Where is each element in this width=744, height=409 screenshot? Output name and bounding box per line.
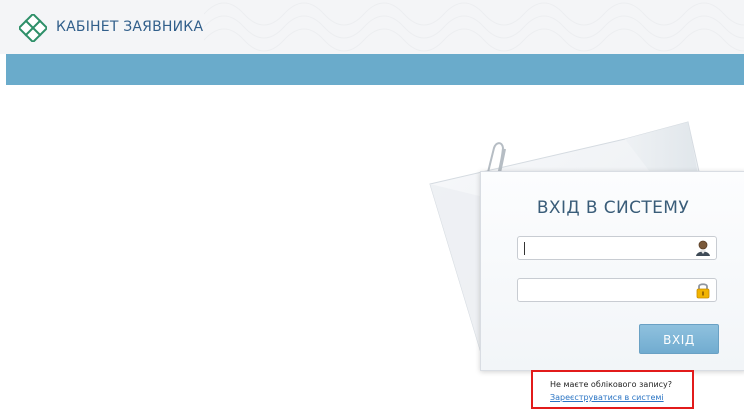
decorative-pattern	[204, 2, 744, 52]
register-link[interactable]: Зареєструватися в системі	[550, 393, 664, 402]
user-icon	[696, 240, 710, 256]
login-button[interactable]: ВХІД	[639, 324, 719, 354]
logo-icon	[19, 14, 47, 42]
text-caret	[524, 242, 525, 255]
register-question: Не маєте облікового запису?	[550, 380, 673, 389]
lock-icon	[696, 283, 710, 299]
app-title: КАБІНЕТ ЗАЯВНИКА	[56, 19, 204, 35]
header: КАБІНЕТ ЗАЯВНИКА	[0, 0, 744, 54]
password-input[interactable]	[518, 279, 690, 301]
login-title: ВХІД В СИСТЕМУ	[536, 198, 690, 218]
username-input[interactable]	[518, 237, 690, 259]
login-card: ВХІД В СИСТЕМУ ВХІД	[480, 171, 744, 371]
password-field[interactable]	[517, 278, 717, 302]
register-callout: Не маєте облікового запису? Зареєструват…	[531, 370, 694, 409]
page: КАБІНЕТ ЗАЯВНИКА ВХІД В СИСТЕМУ ВХІД Не …	[0, 0, 744, 409]
header-banner	[6, 54, 744, 85]
username-field[interactable]	[517, 236, 717, 260]
